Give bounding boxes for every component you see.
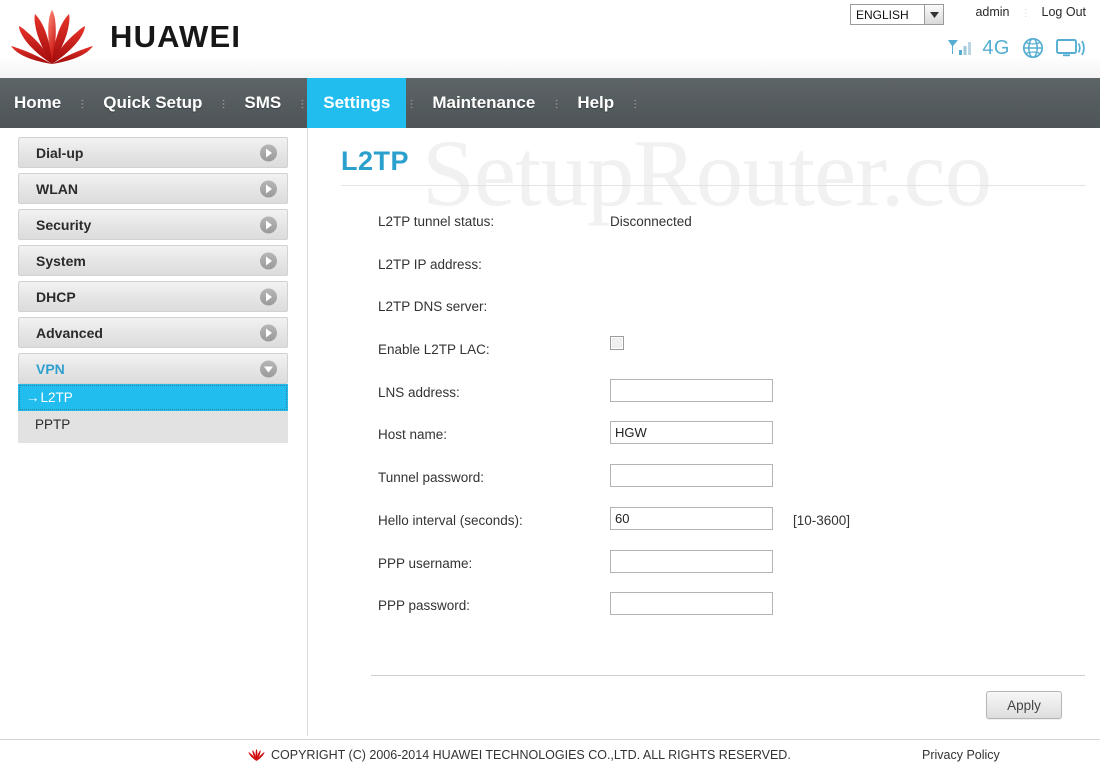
- sidebar-item-label: Advanced: [36, 324, 103, 341]
- ppp-username-input[interactable]: [610, 549, 773, 573]
- sidebar-item-label: Security: [36, 216, 92, 233]
- brand-name: HUAWEI: [110, 19, 242, 54]
- vpn-submenu: → L2TP PPTP: [18, 384, 288, 443]
- user-separator: ⋮: [1019, 6, 1033, 18]
- field-label: Enable L2TP LAC:: [378, 342, 490, 358]
- field-label: L2TP tunnel status:: [378, 214, 495, 229]
- form-row-enable-l2tp-lac: Enable L2TP LAC:: [307, 334, 1100, 377]
- settings-sidebar: Dial-up WLAN Security System DHCP Advanc…: [18, 137, 288, 443]
- nav-item-home[interactable]: Home: [0, 78, 77, 128]
- tunnel-password-input[interactable]: [610, 464, 773, 488]
- page-title: L2TP: [341, 146, 410, 176]
- nav-item-sms[interactable]: SMS: [228, 78, 297, 128]
- router-admin-page: HUAWEI ENGLISH admin ⋮ Log Out 4G Home ⋮…: [0, 0, 1100, 769]
- page-body: Dial-up WLAN Security System DHCP Advanc…: [0, 120, 1100, 739]
- form-row-l2tp-ip-address: L2TP IP address:: [307, 249, 1100, 292]
- sidebar-item-l2tp[interactable]: → L2TP: [18, 384, 288, 411]
- signal-bars-icon: [948, 40, 972, 55]
- sidebar-item-label: VPN: [36, 360, 65, 377]
- form-row-tunnel-password: Tunnel password:: [307, 462, 1100, 505]
- sidebar-item-label: WLAN: [36, 180, 78, 197]
- sidebar-item-vpn[interactable]: VPN: [18, 353, 288, 384]
- nav-separator: ⋮: [404, 97, 418, 109]
- lns-address-input[interactable]: [610, 378, 773, 402]
- brand-logo: HUAWEI: [8, 8, 241, 66]
- form-row-host-name: Host name:: [307, 419, 1100, 462]
- main-navigation: Home ⋮ Quick Setup ⋮ SMS ⋮ Settings ⋮ Ma…: [0, 78, 1100, 128]
- field-label: Hello interval (seconds):: [378, 512, 523, 528]
- nav-item-quick-setup[interactable]: Quick Setup: [87, 78, 218, 128]
- globe-internet-icon[interactable]: [1021, 36, 1045, 60]
- sidebar-item-dhcp[interactable]: DHCP: [18, 281, 288, 312]
- sidebar-item-label: DHCP: [36, 288, 76, 305]
- page-header: HUAWEI ENGLISH admin ⋮ Log Out 4G: [0, 0, 1100, 78]
- chevron-right-circle-icon[interactable]: [260, 144, 277, 161]
- l2tp-settings-form: L2TP tunnel status: Disconnected L2TP IP…: [307, 206, 1100, 633]
- form-row-lns-address: LNS address:: [307, 377, 1100, 420]
- sidebar-item-label: Dial-up: [36, 144, 84, 161]
- field-label: L2TP DNS server:: [378, 299, 488, 315]
- field-label: LNS address:: [378, 384, 460, 400]
- nav-item-settings[interactable]: Settings: [307, 78, 407, 128]
- sidebar-item-label: L2TP: [40, 390, 73, 405]
- chevron-down-icon[interactable]: [924, 5, 943, 24]
- copyright-text: COPYRIGHT (C) 2006-2014 HUAWEI TECHNOLOG…: [271, 748, 791, 762]
- page-footer: COPYRIGHT (C) 2006-2014 HUAWEI TECHNOLOG…: [0, 739, 1100, 769]
- sidebar-item-dial-up[interactable]: Dial-up: [18, 137, 288, 168]
- chevron-right-circle-icon[interactable]: [260, 180, 277, 197]
- status-icon-bar: 4G: [947, 36, 1086, 60]
- wifi-broadcast-monitor-icon[interactable]: [1056, 37, 1086, 59]
- language-select[interactable]: ENGLISH: [850, 4, 944, 25]
- form-row-tunnel-status: L2TP tunnel status: Disconnected: [307, 206, 1100, 249]
- ppp-password-input[interactable]: [610, 592, 773, 616]
- nav-item-maintenance[interactable]: Maintenance: [416, 78, 551, 128]
- enable-l2tp-lac-checkbox[interactable]: [610, 336, 624, 351]
- sidebar-item-wlan[interactable]: WLAN: [18, 173, 288, 204]
- hello-interval-range-hint: [10-3600]: [793, 512, 851, 528]
- nav-separator: ⋮: [216, 97, 230, 109]
- nav-separator: ⋮: [295, 97, 309, 109]
- sidebar-item-pptp[interactable]: PPTP: [18, 411, 288, 438]
- nav-separator: ⋮: [628, 97, 642, 109]
- form-row-l2tp-dns-server: L2TP DNS server:: [307, 291, 1100, 334]
- l2tp-tunnel-status-value: Disconnected: [610, 214, 692, 229]
- sidebar-item-label: PPTP: [35, 417, 71, 432]
- chevron-right-circle-icon[interactable]: [260, 252, 277, 269]
- form-row-ppp-username: PPP username:: [307, 548, 1100, 591]
- copyright-notice: COPYRIGHT (C) 2006-2014 HUAWEI TECHNOLOG…: [248, 748, 791, 762]
- field-label: Tunnel password:: [378, 470, 485, 486]
- host-name-input[interactable]: [610, 421, 773, 445]
- user-session-area: admin ⋮ Log Out: [975, 5, 1086, 19]
- username-label: admin: [975, 5, 1010, 19]
- selected-arrow-icon: →: [26, 390, 40, 405]
- network-type-4g-label: 4G: [982, 36, 1010, 59]
- chevron-right-circle-icon[interactable]: [260, 324, 277, 341]
- huawei-flower-logo-icon: [11, 10, 93, 64]
- form-row-hello-interval: Hello interval (seconds): [10-3600]: [307, 505, 1100, 548]
- logout-link[interactable]: Log Out: [1042, 5, 1086, 19]
- nav-separator: ⋮: [549, 97, 563, 109]
- field-label: L2TP IP address:: [378, 256, 482, 272]
- huawei-flower-logo-small-icon: [248, 748, 265, 761]
- nav-item-help[interactable]: Help: [561, 78, 630, 128]
- chevron-down-circle-icon[interactable]: [260, 360, 277, 377]
- privacy-policy-link[interactable]: Privacy Policy: [922, 748, 1000, 762]
- field-label: PPP password:: [378, 598, 471, 614]
- content-panel: SetupRouter.co L2TP L2TP tunnel status: …: [307, 120, 1100, 739]
- sidebar-item-system[interactable]: System: [18, 245, 288, 276]
- title-divider: [341, 185, 1086, 186]
- chevron-right-circle-icon[interactable]: [260, 216, 277, 233]
- form-row-ppp-password: PPP password:: [307, 590, 1100, 633]
- sidebar-item-advanced[interactable]: Advanced: [18, 317, 288, 348]
- apply-button[interactable]: Apply: [986, 691, 1062, 719]
- nav-separator: ⋮: [75, 97, 89, 109]
- sidebar-item-label: System: [36, 252, 86, 269]
- field-label: Host name:: [378, 427, 448, 443]
- chevron-right-circle-icon[interactable]: [260, 288, 277, 305]
- sidebar-item-security[interactable]: Security: [18, 209, 288, 240]
- field-label: PPP username:: [378, 555, 473, 571]
- language-selected-value: ENGLISH: [856, 7, 909, 22]
- form-bottom-divider: [371, 675, 1085, 676]
- hello-interval-input[interactable]: [610, 506, 773, 530]
